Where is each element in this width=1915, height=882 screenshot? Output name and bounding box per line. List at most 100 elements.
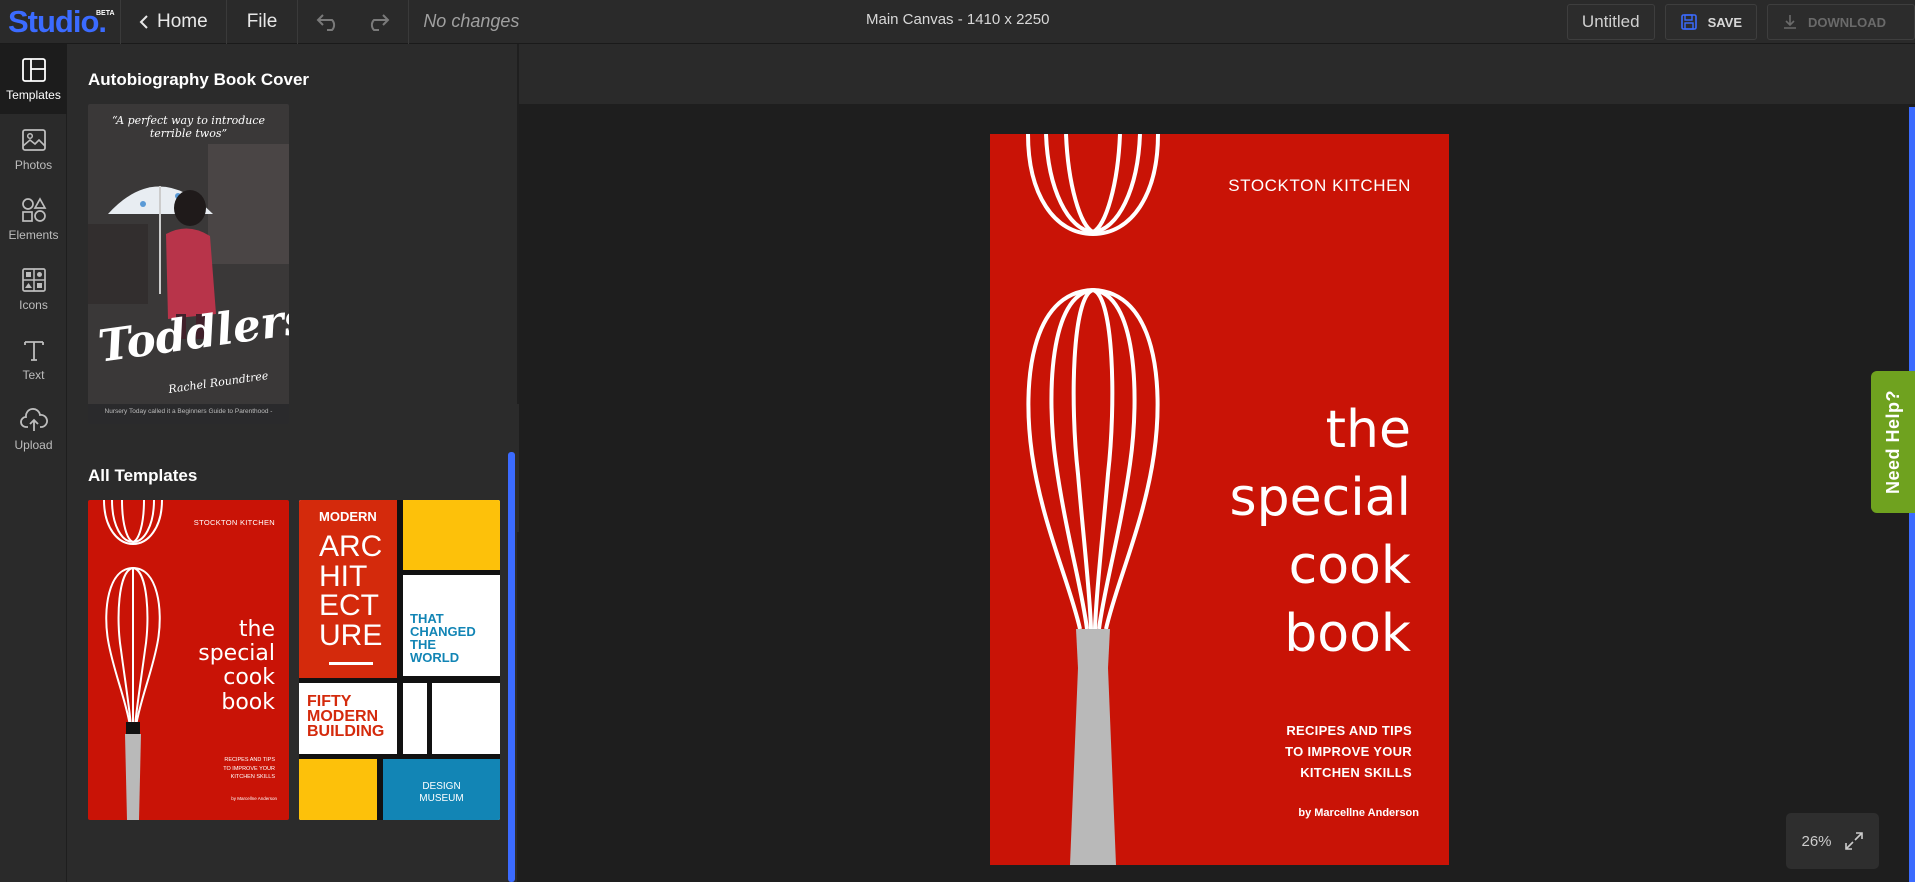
thumb-tagline: RECIPES AND TIPS TO IMPROVE YOUR KITCHEN… (223, 756, 275, 782)
thumb-tagline-line: TO IMPROVE YOUR (223, 765, 275, 772)
rail-item-text[interactable]: Text (0, 324, 67, 394)
arch-top-word: MODERN (319, 509, 377, 524)
arch-museum-text: DESIGN MUSEUM (383, 781, 500, 804)
arch-fifty-text: FIFTY MODERN BUILDING (307, 693, 385, 741)
redo-icon[interactable] (364, 12, 390, 32)
toolbar-right: Untitled SAVE DOWNLOAD (1566, 0, 1915, 44)
canvas-author[interactable]: by Marcellne Anderson (1298, 807, 1419, 819)
arch-big-line: ECT (319, 589, 379, 623)
toddlers-quote: “A perfect way to introduce terrible two… (111, 114, 266, 141)
main-canvas[interactable]: STOCKTON KITCHEN the special cook book R… (990, 134, 1449, 865)
thumb-tagline-line: KITCHEN SKILLS (230, 774, 275, 781)
canvas-title-line: cook (1288, 536, 1411, 597)
thumb-title-line: special (198, 641, 275, 667)
thumb-publisher: STOCKTON KITCHEN (193, 518, 275, 527)
thumb-tagline-line: RECIPES AND TIPS (224, 757, 275, 763)
rail-label: Upload (14, 437, 53, 452)
home-button[interactable]: Home (121, 0, 226, 44)
arch-yellow-bottom (299, 759, 377, 820)
templates-panel: Autobiography Book Cover “A perfect way … (67, 44, 517, 882)
arch-underline (329, 662, 373, 665)
top-toolbar: Studio. BETA Home File No changes Main C… (0, 0, 1915, 44)
arch-big-line: HIT (319, 559, 368, 593)
rail-item-templates[interactable]: Templates (0, 44, 67, 114)
arch-museum-line: MUSEUM (419, 792, 464, 804)
workspace-header-strip (519, 44, 1915, 104)
thumb-author: by Marcellne Anderson (231, 796, 277, 801)
template-thumb-toddlers[interactable]: “A perfect way to introduce terrible two… (88, 104, 289, 424)
arch-museum-line: DESIGN (422, 781, 461, 792)
file-menu-button[interactable]: File (227, 0, 298, 44)
need-help-label: Need Help? (1882, 389, 1903, 495)
arch-fifty-line: MODERN (307, 708, 379, 726)
arch-big-line: URE (319, 619, 383, 653)
canvas-title-line: book (1284, 604, 1411, 665)
document-title-field[interactable]: Untitled (1566, 4, 1655, 40)
rail-label: Text (22, 367, 45, 382)
download-label: DOWNLOAD (1808, 14, 1886, 30)
template-thumb-architecture[interactable]: MODERN ARC HIT ECT URE THAT CHANGED THE … (299, 500, 500, 820)
rail-label: Elements (8, 227, 59, 242)
fullscreen-icon[interactable] (1844, 831, 1864, 851)
template-thumb-cookbook[interactable]: STOCKTON KITCHEN the special cook book R… (88, 500, 289, 820)
layout-icon (21, 57, 46, 82)
arch-side-text: THAT CHANGED THE WORLD (410, 612, 476, 664)
arch-black-line (403, 570, 500, 575)
canvas-tagline-line: KITCHEN SKILLS (1300, 765, 1412, 781)
thumb-title: the special cook book (198, 617, 275, 715)
arch-side-line: WORLD (410, 650, 460, 665)
canvas-tagline[interactable]: RECIPES AND TIPS TO IMPROVE YOUR KITCHEN… (1285, 720, 1412, 783)
save-label: SAVE (1707, 14, 1742, 30)
thumb-title-line: the (238, 617, 275, 642)
rail-item-elements[interactable]: Elements (0, 184, 67, 254)
canvas-title[interactable]: the special cook book (1230, 396, 1411, 668)
studio-logo[interactable]: Studio. BETA (0, 0, 120, 44)
logo-text: Studio. (8, 3, 107, 39)
arch-big-title: ARC HIT ECT URE (319, 532, 382, 651)
rail-item-icons[interactable]: Icons (0, 254, 67, 324)
image-icon (21, 128, 46, 151)
studio-app: Studio. BETA Home File No changes Main C… (0, 0, 1915, 882)
thumb-title-line: book (221, 689, 275, 715)
templates-scroll-area: Autobiography Book Cover “A perfect way … (67, 44, 507, 882)
rail-item-photos[interactable]: Photos (0, 114, 67, 184)
canvas-tagline-line: RECIPES AND TIPS (1286, 723, 1412, 738)
download-icon (1784, 15, 1796, 29)
arch-black-line (403, 676, 500, 681)
download-button[interactable]: DOWNLOAD (1767, 4, 1915, 40)
shapes-icon (21, 196, 46, 222)
canvas-publisher[interactable]: STOCKTON KITCHEN (1228, 176, 1411, 196)
arch-big-line: ARC (319, 530, 383, 563)
zoom-control: 26% (1786, 813, 1879, 869)
arch-fifty-line: BUILDING (307, 723, 385, 741)
toddlers-footer: Nursery Today called it a Beginners Guid… (104, 408, 273, 415)
rail-item-upload[interactable]: Upload (0, 394, 67, 464)
upload-cloud-icon (19, 407, 48, 431)
rail-label: Icons (19, 297, 48, 312)
beta-badge: BETA (96, 9, 115, 17)
file-label: File (246, 10, 278, 32)
left-rail: Templates Photos Elements Icons Text Upl… (0, 44, 67, 882)
icons-grid-icon (21, 267, 46, 292)
home-label: Home (157, 10, 208, 32)
zoom-level[interactable]: 26% (1801, 833, 1831, 850)
canvas-tagline-line: TO IMPROVE YOUR (1285, 744, 1412, 760)
save-button[interactable]: SAVE (1664, 4, 1757, 40)
canvas-title-line: special (1229, 468, 1411, 529)
section-title-autobiography: Autobiography Book Cover (88, 70, 310, 89)
canvas-info: Main Canvas - 1410 x 2250 (866, 11, 1050, 28)
chevron-left-icon (139, 14, 148, 29)
undo-icon[interactable] (316, 12, 342, 32)
save-icon (1680, 14, 1697, 30)
rail-label: Templates (6, 87, 61, 102)
section-title-all-templates: All Templates (88, 466, 198, 485)
save-status: No changes (423, 11, 520, 31)
thumb-title-line: cook (223, 665, 275, 691)
arch-fifty-line: FIFTY (307, 693, 352, 710)
arch-black-line (427, 683, 432, 758)
undo-redo-group (298, 0, 408, 44)
need-help-tab[interactable]: Need Help? (1871, 371, 1915, 513)
panel-scrollbar[interactable] (508, 452, 515, 882)
text-icon (23, 340, 44, 361)
canvas-title-line: the (1325, 400, 1411, 460)
